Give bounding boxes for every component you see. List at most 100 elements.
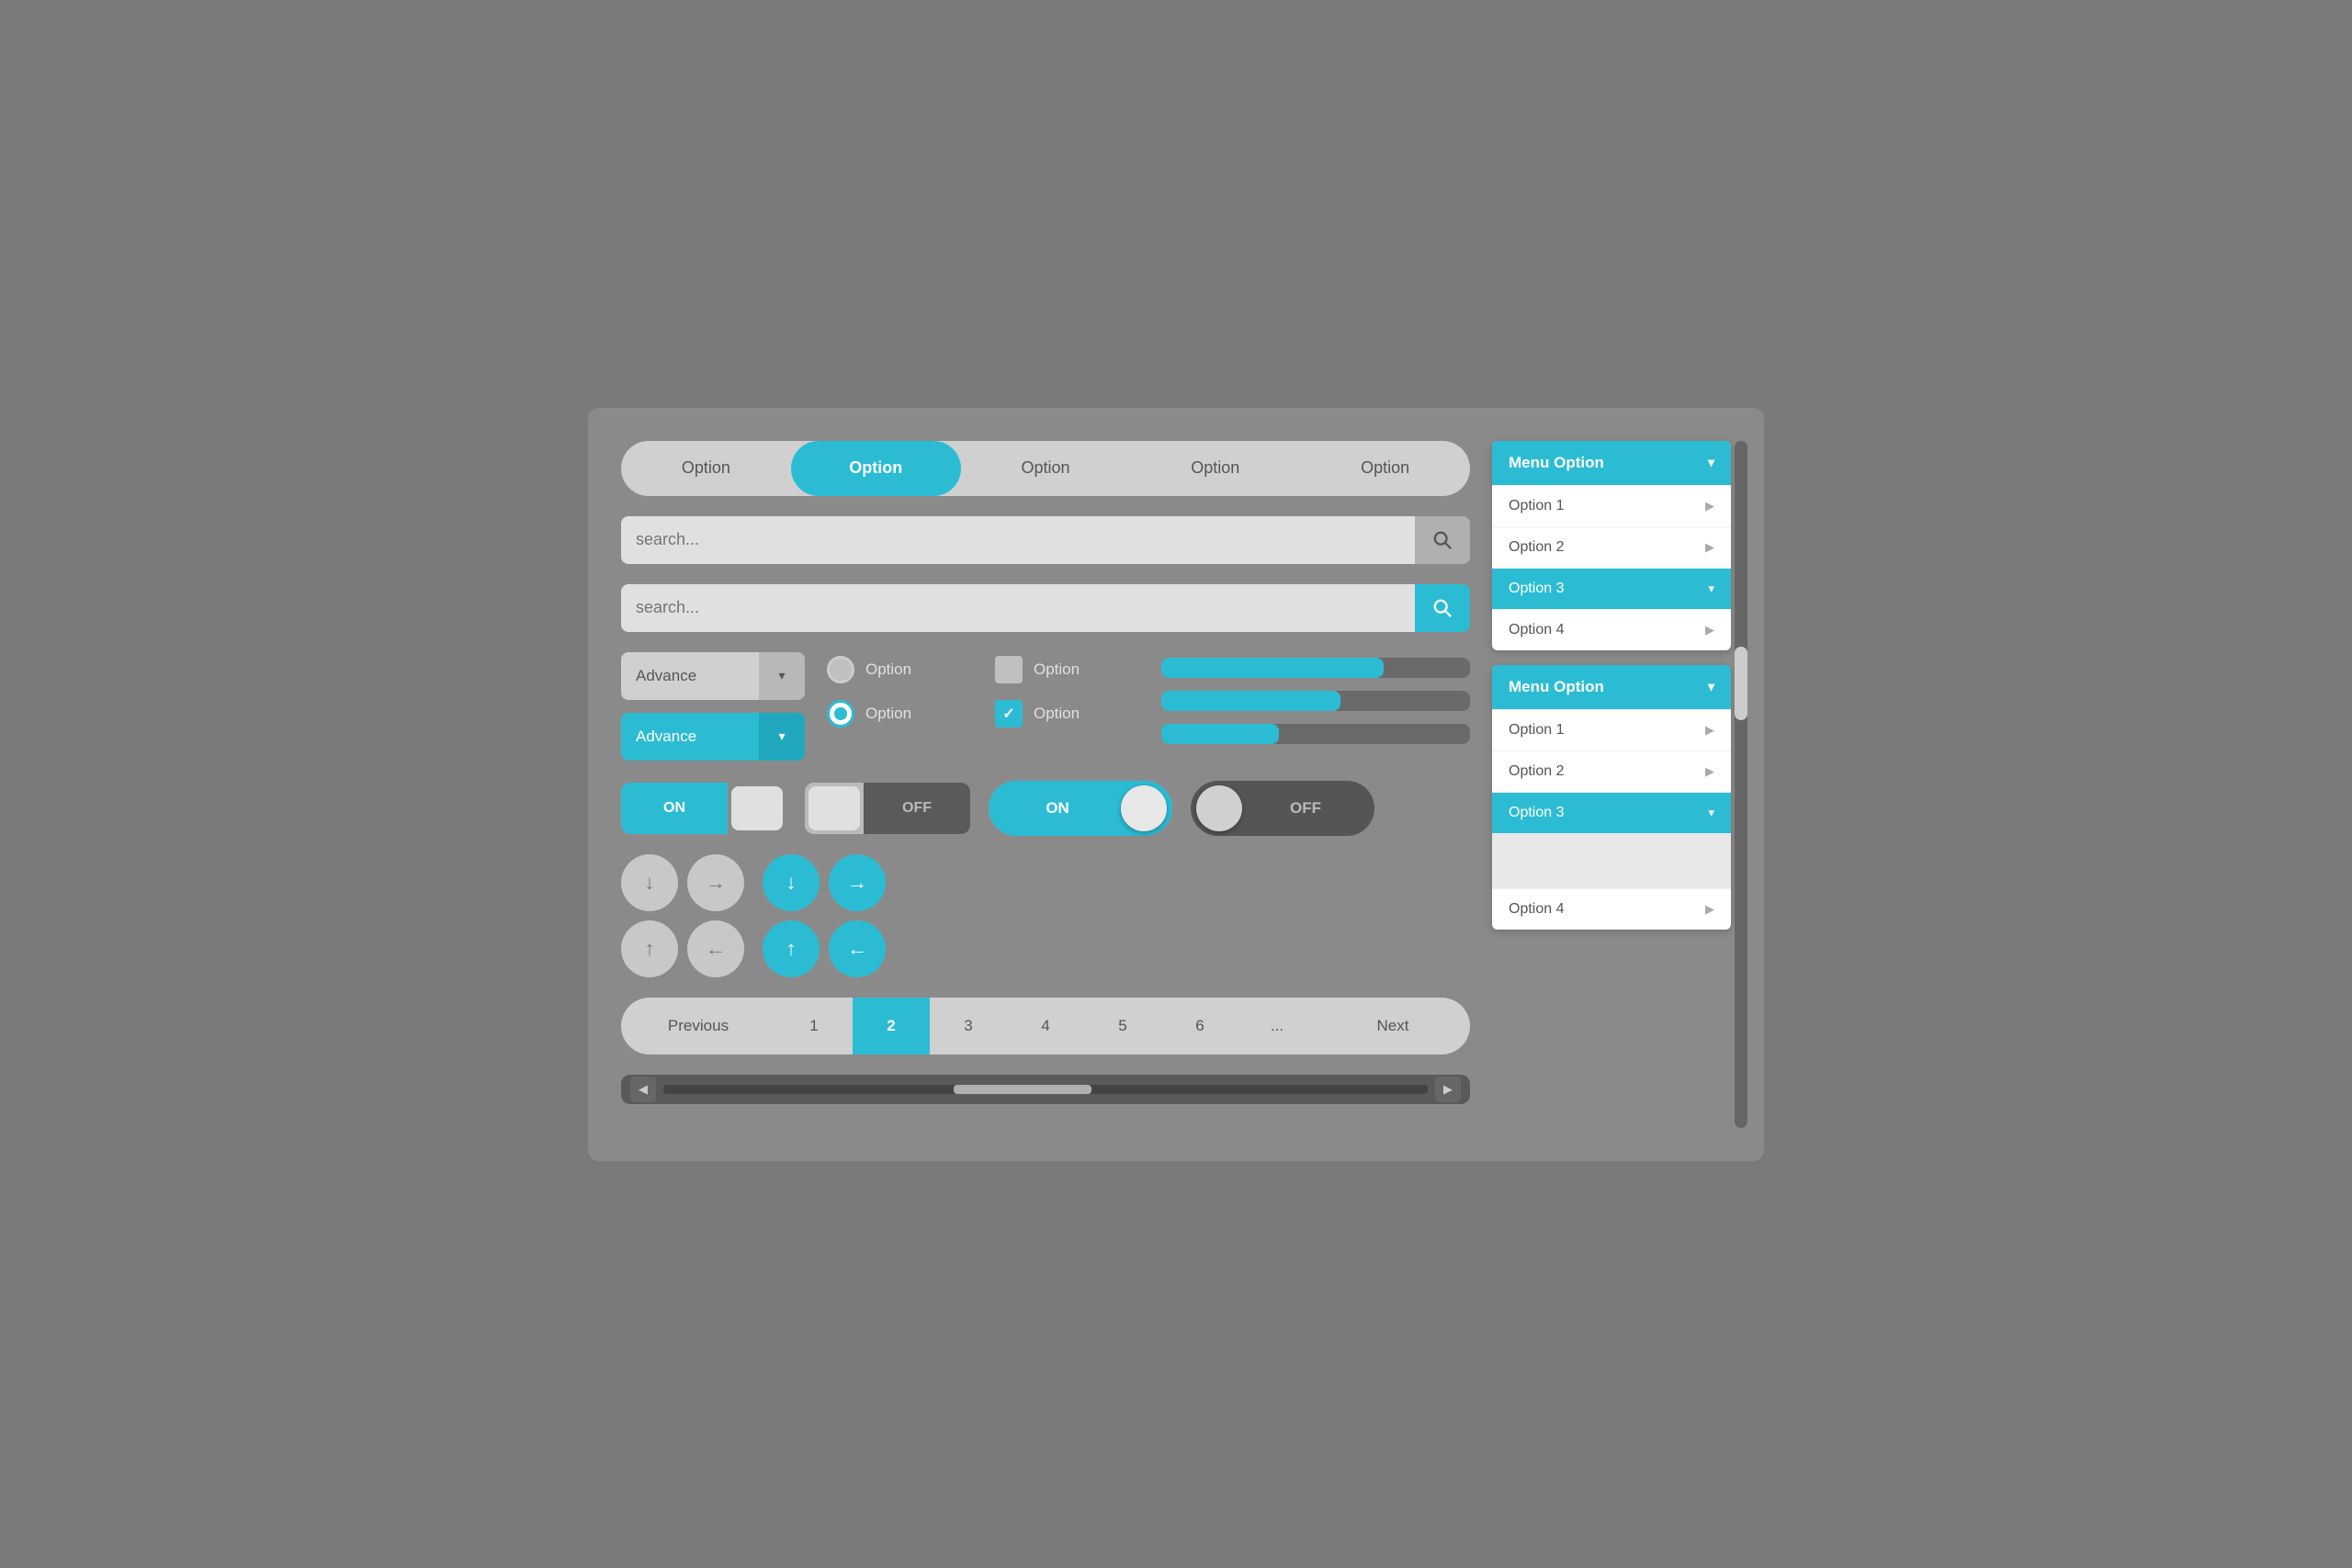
progress-fill-1 (1161, 658, 1384, 678)
option-radio-checked-label: Option (865, 705, 911, 723)
flat-toggle-on[interactable]: ON (621, 783, 786, 834)
toggles-row: ON OFF ON OFF ↓ → ↑ (621, 781, 1470, 977)
menu-2-option-2-chevron: ▶ (1705, 764, 1714, 779)
menu-2-option-4-chevron: ▶ (1705, 902, 1714, 917)
pagination-next[interactable]: Next (1316, 998, 1470, 1055)
radio-checkbox-area: Option Option Option Option (827, 652, 1136, 728)
pagination-page-6[interactable]: 6 (1161, 998, 1238, 1055)
tab-5[interactable]: Option (1300, 441, 1470, 496)
menu-1-option-1-label: Option 1 (1509, 498, 1564, 514)
arrow-right-blue[interactable]: → (829, 854, 886, 911)
scroll-right-button[interactable]: ▶ (1435, 1077, 1461, 1102)
flat-toggle-on-thumb (731, 786, 783, 830)
menu-2-option-3[interactable]: Option 3 ▾ (1492, 792, 1731, 833)
option-radio-unchecked[interactable]: Option (827, 656, 967, 683)
search-input-1[interactable] (621, 516, 1415, 564)
advance-dropdown-blue[interactable]: Advance ▾ (621, 713, 805, 761)
option-checkbox-unchecked-label: Option (1034, 660, 1080, 679)
search-input-2[interactable] (621, 584, 1415, 632)
checkbox-checked-indicator (995, 700, 1023, 728)
option-checkbox-checked[interactable]: Option (995, 700, 1136, 728)
advance-dropdown-gray[interactable]: Advance ▾ (621, 652, 805, 700)
option-radio-unchecked-label: Option (865, 660, 911, 679)
progress-track-1 (1161, 658, 1470, 678)
arrow-down-blue[interactable]: ↓ (763, 854, 820, 911)
scroll-left-button[interactable]: ◀ (630, 1077, 656, 1102)
arrow-down-gray[interactable]: ↓ (621, 854, 678, 911)
menu-2-option-2[interactable]: Option 2 ▶ (1492, 750, 1731, 792)
option-checkbox-unchecked[interactable]: Option (995, 656, 1136, 683)
flat-toggle-off-label: OFF (864, 783, 970, 834)
arrow-up-blue[interactable]: ↑ (763, 920, 820, 977)
pagination-page-5[interactable]: 5 (1084, 998, 1161, 1055)
pagination-page-3[interactable]: 3 (930, 998, 1007, 1055)
menu-1-option-3[interactable]: Option 3 ▾ (1492, 568, 1731, 609)
pill-toggle-off-label: OFF (1242, 799, 1369, 818)
menu-1-option-4-label: Option 4 (1509, 622, 1564, 638)
pagination: Previous 1 2 3 4 5 6 ... Next (621, 998, 1470, 1055)
vertical-scrollbar[interactable] (1735, 441, 1747, 1128)
menu-2-header[interactable]: Menu Option ▾ (1492, 665, 1731, 709)
menu-2-option-4[interactable]: Option 4 ▶ (1492, 888, 1731, 930)
menu-1-option-1[interactable]: Option 1 ▶ (1492, 485, 1731, 526)
menu-1-option-2[interactable]: Option 2 ▶ (1492, 526, 1731, 568)
arrow-up-gray[interactable]: ↑ (621, 920, 678, 977)
controls-row: Advance ▾ Advance ▾ Option (621, 652, 1470, 761)
arrow-left-gray[interactable]: ← (687, 920, 744, 977)
arrow-group-gray: ↓ → ↑ ← (621, 854, 744, 977)
menu-1-option-4[interactable]: Option 4 ▶ (1492, 609, 1731, 650)
menu-dropdown-1: Menu Option ▾ Option 1 ▶ Option 2 ▶ Opti… (1492, 441, 1731, 650)
checkbox-unchecked-indicator (995, 656, 1023, 683)
vertical-scrollbar-thumb[interactable] (1735, 647, 1747, 720)
flat-toggle-on-label: ON (621, 783, 728, 834)
advance-dropdown-gray-label: Advance (621, 667, 759, 685)
advance-dropdown-blue-label: Advance (621, 728, 759, 746)
tab-3[interactable]: Option (961, 441, 1131, 496)
pill-toggle-on-label: ON (994, 799, 1121, 818)
menu-2-option-1[interactable]: Option 1 ▶ (1492, 709, 1731, 750)
scrollbar-thumb[interactable] (954, 1085, 1091, 1094)
menu-2-option-3-label: Option 3 (1509, 805, 1564, 821)
search-row-1 (621, 516, 1470, 564)
pagination-ellipsis: ... (1238, 998, 1316, 1055)
pagination-page-4[interactable]: 4 (1007, 998, 1084, 1055)
pill-toggle-off-thumb (1196, 785, 1242, 831)
progress-fill-2 (1161, 691, 1340, 711)
arrow-left-blue[interactable]: ← (829, 920, 886, 977)
menu-2-option-3-chevron: ▾ (1708, 806, 1714, 820)
progress-track-2 (1161, 691, 1470, 711)
menu-2-header-label: Menu Option (1509, 678, 1604, 696)
radio-checked-indicator (827, 700, 854, 728)
menu-1-header[interactable]: Menu Option ▾ (1492, 441, 1731, 485)
pill-toggle-on[interactable]: ON (989, 781, 1172, 836)
menu-1-option-1-chevron: ▶ (1705, 499, 1714, 513)
tab-1[interactable]: Option (621, 441, 791, 496)
ui-panel: Option Option Option Option Option (588, 408, 1764, 1161)
option-radio-checked[interactable]: Option (827, 700, 967, 728)
arrow-right-gray[interactable]: → (687, 854, 744, 911)
flat-toggle-off[interactable]: OFF (805, 783, 970, 834)
search-button-1[interactable] (1415, 516, 1470, 564)
pagination-page-2[interactable]: 2 (853, 998, 930, 1055)
menu-2-option-4-label: Option 4 (1509, 901, 1564, 918)
tab-4[interactable]: Option (1130, 441, 1300, 496)
tab-2[interactable]: Option (791, 441, 961, 496)
horizontal-scrollbar: ◀ ▶ (621, 1075, 1470, 1104)
search-button-2[interactable] (1415, 584, 1470, 632)
progress-fill-3 (1161, 724, 1279, 744)
right-section: Menu Option ▾ Option 1 ▶ Option 2 ▶ Opti… (1492, 441, 1731, 1128)
pagination-prev[interactable]: Previous (621, 998, 775, 1055)
option-checkbox-checked-label: Option (1034, 705, 1080, 723)
arrow-group-blue: ↓ → ↑ ← (763, 854, 886, 977)
pill-toggle-off[interactable]: OFF (1191, 781, 1374, 836)
pagination-page-1[interactable]: 1 (775, 998, 853, 1055)
scrollbar-track[interactable] (663, 1085, 1428, 1094)
menu-dropdown-2: Menu Option ▾ Option 1 ▶ Option 2 ▶ Opti… (1492, 665, 1731, 930)
radio-unchecked-indicator (827, 656, 854, 683)
menu-2-option-1-label: Option 1 (1509, 722, 1564, 739)
progress-track-3 (1161, 724, 1470, 744)
menu-2-header-arrow: ▾ (1708, 679, 1714, 694)
search-row-2 (621, 584, 1470, 632)
advance-dropdown-gray-arrow: ▾ (759, 652, 805, 700)
dropdowns-col: Advance ▾ Advance ▾ (621, 652, 805, 761)
